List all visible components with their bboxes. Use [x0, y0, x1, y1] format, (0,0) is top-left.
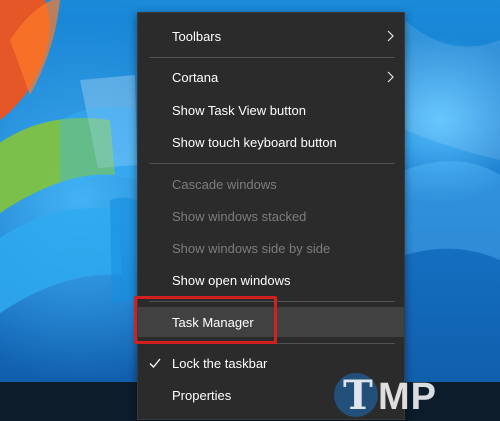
chevron-right-icon: [387, 30, 394, 42]
menu-item-label: Toolbars: [172, 29, 222, 44]
menu-item-cascade-windows: Cascade windows: [138, 169, 404, 199]
menu-item-label: Lock the taskbar: [172, 356, 268, 371]
checkmark-icon: [149, 358, 161, 368]
menu-item-label: Show open windows: [172, 273, 291, 288]
menu-item-label: Show touch keyboard button: [172, 135, 337, 150]
menu-item-toolbars[interactable]: Toolbars: [138, 21, 404, 51]
watermark-logo: T MP: [334, 372, 500, 421]
menu-item-cortana[interactable]: Cortana: [138, 62, 404, 92]
menu-item-label: Cortana: [172, 70, 219, 85]
callout-highlight-box: [134, 296, 277, 344]
menu-separator: [149, 163, 395, 164]
chevron-right-icon: [387, 71, 394, 83]
menu-item-show-windows-side-by-side: Show windows side by side: [138, 233, 404, 263]
watermark-letter: T: [343, 372, 373, 419]
menu-item-label: Show Task View button: [172, 103, 306, 118]
menu-item-label: Show windows stacked: [172, 209, 307, 224]
menu-item-show-touch-keyboard-button[interactable]: Show touch keyboard button: [138, 127, 404, 157]
taskbar-context-menu: Toolbars Cortana Show Task View button S…: [137, 12, 405, 420]
menu-item-label: Cascade windows: [172, 177, 277, 192]
menu-item-show-task-view-button[interactable]: Show Task View button: [138, 95, 404, 125]
watermark-text: MP: [378, 376, 437, 418]
menu-item-label: Properties: [172, 388, 232, 403]
menu-separator: [149, 57, 395, 58]
menu-item-show-open-windows[interactable]: Show open windows: [138, 265, 404, 295]
menu-item-show-windows-stacked: Show windows stacked: [138, 201, 404, 231]
menu-item-label: Show windows side by side: [172, 241, 331, 256]
